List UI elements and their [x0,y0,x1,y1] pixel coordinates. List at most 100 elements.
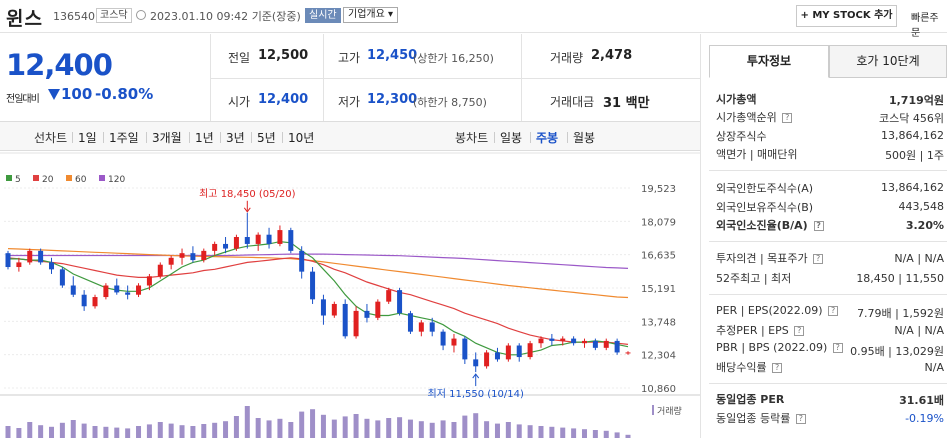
help-icon[interactable]: ? [782,113,793,123]
candle-body [168,257,174,265]
legend-swatch-20 [33,175,39,181]
legend-label-5: 5 [15,175,21,185]
candle-body [473,359,479,367]
par-label: 액면가 | 매매단위 [716,148,798,161]
volume-bar [375,420,381,438]
div-value: N/A [924,361,944,374]
volume-bar [157,422,163,438]
candle-body [136,285,142,295]
candle-body [538,338,544,344]
candle-body [190,253,196,261]
pbr-label: PBR | BPS (2022.09) ? [716,341,843,354]
volume-bar [364,418,370,438]
separator [567,132,568,143]
volume-bar [527,425,533,438]
candle-body [516,345,522,358]
ma5-line [8,240,629,356]
chevron-down-icon: ▾ [388,9,394,20]
candle-body [255,234,261,244]
stock-chart[interactable]: 5 20 60 120 19,523 18,079 16,635 15,191 13,748 12… [0,152,700,438]
candle-monthly[interactable]: 월봉 [573,129,595,146]
add-my-stock-button[interactable]: + MY STOCK 추가 [796,5,897,27]
down-arrow-icon [48,89,60,100]
period-10y[interactable]: 10년 [288,129,314,146]
candle-body [505,345,511,360]
volume-bar [168,423,174,438]
legend-swatch-60 [66,175,72,181]
div-label: 배당수익률 ? [716,359,783,375]
volume-label: 거래량 [550,51,584,65]
w52-value: 18,450 | 11,550 [856,272,944,285]
market-cap-label: 시가총액 [716,93,757,106]
candle-body [549,338,555,341]
candle-body [5,253,11,268]
candle-weekly[interactable]: 주봉 [536,129,558,146]
separator [494,132,495,143]
candle-body [571,338,577,344]
opinion-value: N/A | N/A [894,252,944,265]
divider [709,383,947,384]
prev-close-label: 전일 [228,51,251,65]
market-cap-value: 1,719억원 [888,94,944,107]
quick-order-link[interactable]: 빠른주문 [911,9,947,39]
volume-bar [179,425,185,438]
legend-label-120: 120 [108,175,125,185]
candle-body [59,269,65,286]
open-label: 시가 [228,95,251,109]
help-icon[interactable]: ? [794,326,805,336]
period-1d[interactable]: 1일 [78,129,97,146]
w52-label: 52주최고 | 최저 [716,272,792,285]
help-icon[interactable]: ? [795,414,806,424]
candle-body [353,310,359,337]
foreign-hold-label: 외국인보유주식수(B) [716,201,814,214]
help-icon[interactable]: ? [772,363,783,373]
volume-bar [277,418,283,438]
company-overview-dropdown[interactable]: 기업개요 ▾ [343,7,399,23]
legend-label-20: 20 [42,175,54,185]
volume-bar [549,426,555,438]
volume-bar [38,425,44,438]
period-3y[interactable]: 3년 [226,129,245,146]
y-tick-label: 10,860 [641,384,676,395]
line-chart-label: 선차트 [34,131,68,145]
per-label: PER | EPS(2022.09) ? [716,304,839,317]
opinion-label: 투자의견 | 목표주가 ? [716,250,824,266]
help-icon[interactable]: ? [828,306,839,316]
candle-body [429,322,435,332]
candle-body [49,262,55,270]
volume-bar [59,422,65,438]
stock-code: 136540 [53,10,95,23]
period-3m[interactable]: 3개월 [152,129,182,146]
candle-body [277,230,283,244]
divider [709,241,947,242]
candle-daily[interactable]: 일봉 [500,129,522,146]
divider [709,170,947,171]
help-icon[interactable]: ? [813,221,824,231]
period-1w[interactable]: 1주일 [109,129,139,146]
tab-order-book[interactable]: 호가 10단계 [829,45,947,78]
candle-body [103,285,109,298]
candle-body [244,237,250,244]
foreign-limit-label: 외국인한도주식수(A) [716,182,814,195]
period-1y[interactable]: 1년 [195,129,214,146]
sector-per-value: 31.61배 [899,394,944,407]
divider [700,34,701,438]
par-value: 500원 | 1주 [885,149,944,162]
candle-body [364,310,370,318]
volume-bar [103,426,109,438]
volume-bar [5,426,11,438]
period-5y[interactable]: 5년 [257,129,276,146]
help-icon[interactable]: ? [813,254,824,264]
candle-body [527,343,533,358]
candle-body [16,262,22,268]
help-icon[interactable]: ? [832,343,843,353]
candle-body [342,303,348,337]
candle-body [386,290,392,302]
foreign-limit-value: 13,864,162 [881,181,944,194]
volume-bar [353,414,359,438]
tab-investment-info[interactable]: 투자정보 [709,45,829,78]
volume-legend-swatch [652,405,654,415]
candle-body [81,294,87,307]
volume-bar [92,426,98,438]
sector-rate-label: 동일업종 등락률 ? [716,410,806,426]
